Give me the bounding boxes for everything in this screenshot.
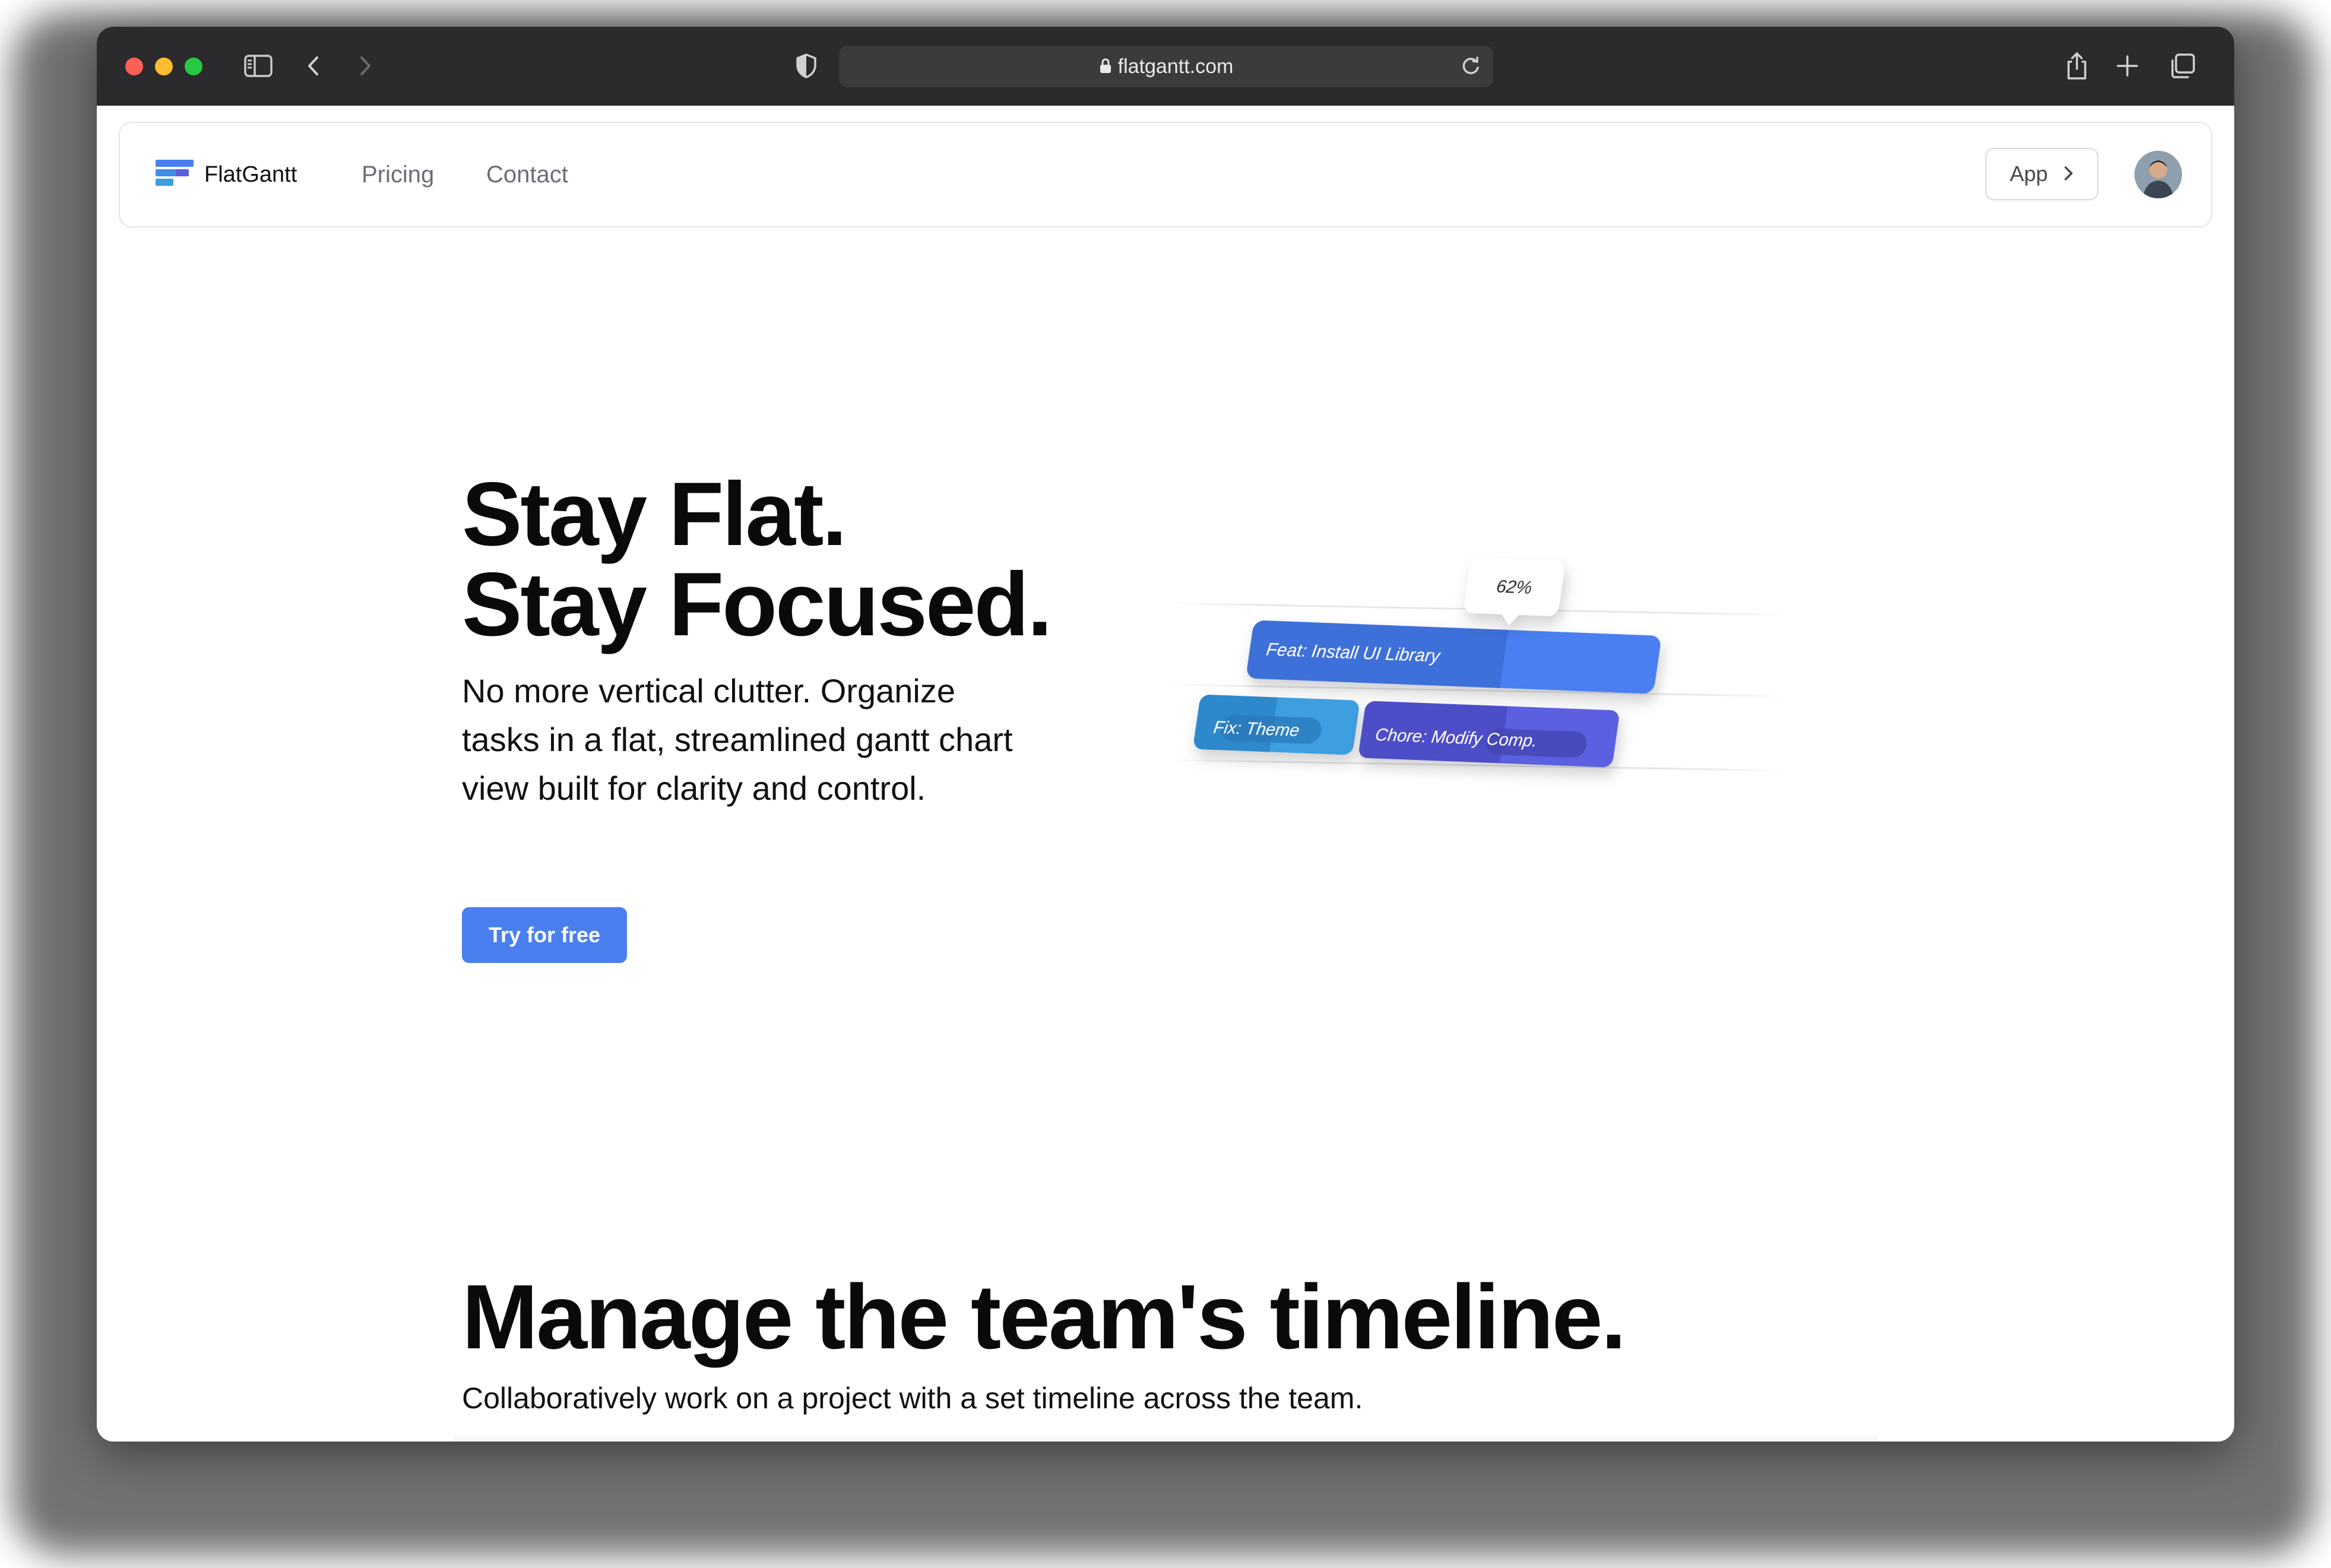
gantt-illustration: Feat: Install UI Library 62% Fix: Theme …	[1165, 533, 1790, 867]
new-tab-icon[interactable]	[2113, 48, 2142, 84]
web-page: FlatGantt Pricing Contact App Stay Flat.	[97, 106, 2234, 1442]
lock-icon	[1099, 47, 1112, 88]
task-bar-chore: Chore: Modify Comp.	[1359, 701, 1619, 768]
try-for-free-button[interactable]: Try for free	[462, 907, 627, 963]
nav-link-contact[interactable]: Contact	[486, 157, 568, 192]
section-subtitle: Collaboratively work on a project with a…	[462, 1382, 1363, 1415]
user-avatar[interactable]	[2134, 151, 2182, 198]
task-bar-feat: Feat: Install UI Library	[1247, 620, 1661, 694]
section-preview-edge	[453, 1433, 1878, 1442]
minimize-window-button[interactable]	[155, 58, 173, 75]
privacy-shield-icon[interactable]	[791, 48, 821, 84]
task-bar-fix: Fix: Theme	[1194, 695, 1359, 755]
hero-title-line-1: Stay Flat.	[462, 464, 847, 565]
url-text: flatgantt.com	[1117, 55, 1234, 78]
reload-icon[interactable]	[1459, 55, 1483, 81]
app-button[interactable]: App	[1985, 148, 2098, 200]
app-button-label: App	[2009, 161, 2048, 186]
back-icon[interactable]	[302, 48, 325, 84]
hero-subtitle: No more vertical clutter. Organize tasks…	[462, 672, 1013, 807]
hero-title: Stay Flat. Stay Focused.	[462, 469, 1234, 650]
close-window-button[interactable]	[125, 58, 143, 75]
nav-link-pricing[interactable]: Pricing	[362, 157, 434, 192]
zoom-window-button[interactable]	[185, 58, 202, 75]
task-label-fix: Fix: Theme	[1212, 718, 1301, 740]
progress-label: 62%	[1495, 577, 1533, 598]
site-header: FlatGantt Pricing Contact App	[119, 122, 2212, 227]
browser-window: flatgantt.com FlatGantt Pricing Contact …	[97, 27, 2234, 1442]
brand-name[interactable]: FlatGantt	[204, 157, 297, 192]
hero-title-line-2: Stay Focused.	[462, 554, 1053, 655]
flatgantt-logo-icon[interactable]	[156, 157, 195, 195]
section-title: Manage the team's timeline.	[462, 1266, 1626, 1368]
address-bar[interactable]: flatgantt.com	[839, 46, 1493, 87]
tab-overview-icon[interactable]	[2166, 48, 2199, 84]
browser-toolbar: flatgantt.com	[97, 27, 2234, 107]
share-icon[interactable]	[2062, 48, 2092, 84]
sidebar-toggle-icon[interactable]	[240, 48, 276, 84]
progress-tooltip: 62%	[1464, 557, 1564, 625]
forward-icon[interactable]	[353, 48, 377, 84]
chevron-right-icon	[2063, 161, 2074, 186]
